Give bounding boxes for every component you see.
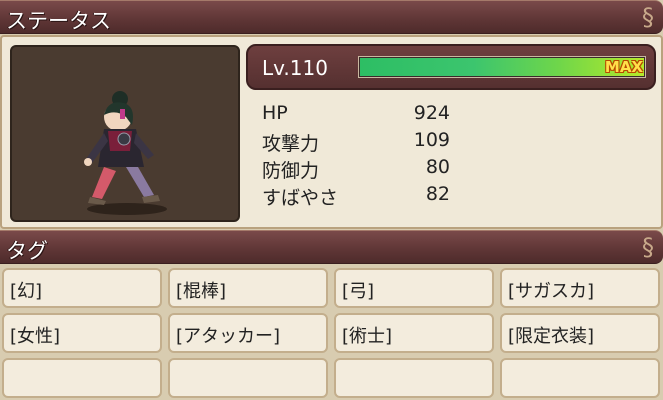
tag-chip[interactable]: [術士] — [334, 313, 494, 353]
stat-label: 攻撃力 — [262, 133, 320, 155]
stat-value: 924 — [413, 102, 450, 124]
stat-value: 80 — [425, 156, 450, 178]
character-sprite — [84, 91, 167, 215]
tag-chip[interactable]: [サガスカ] — [500, 268, 660, 308]
stat-row-defense: 防御力 80 — [262, 154, 462, 182]
tag-chip[interactable]: [棍棒] — [168, 268, 328, 308]
status-banner: ステータス § — [0, 0, 663, 34]
stats-list: HP 924 攻撃力 109 防御力 80 すばやさ 82 — [262, 100, 462, 209]
exp-gauge-fill — [360, 58, 644, 76]
status-title: ステータス — [6, 9, 111, 33]
tags-title: タグ — [6, 239, 48, 263]
swirl-ornament-icon: § — [642, 3, 654, 31]
stat-label: HP — [262, 102, 288, 124]
tag-chip[interactable]: [弓] — [334, 268, 494, 308]
max-badge: MAX — [604, 58, 643, 76]
level-label: Lv.110 — [262, 56, 328, 80]
stat-label: すばやさ — [262, 187, 339, 209]
tag-chip-empty — [2, 358, 162, 398]
tag-chip-empty — [334, 358, 494, 398]
stat-row-hp: HP 924 — [262, 100, 462, 127]
stat-value: 82 — [425, 183, 450, 205]
character-portrait — [10, 45, 240, 222]
tag-chip[interactable]: [限定衣装] — [500, 313, 660, 353]
exp-gauge: MAX — [358, 56, 646, 78]
tag-chip-empty — [168, 358, 328, 398]
tag-chip[interactable]: [幻] — [2, 268, 162, 308]
stat-row-attack: 攻撃力 109 — [262, 127, 462, 155]
level-bar: Lv.110 MAX — [246, 44, 656, 90]
stat-row-speed: すばやさ 82 — [262, 181, 462, 209]
tags-banner: タグ § — [0, 230, 663, 264]
swirl-ornament-icon: § — [642, 233, 654, 261]
tag-chip[interactable]: [アタッカー] — [168, 313, 328, 353]
stat-label: 防御力 — [262, 160, 320, 182]
stat-value: 109 — [413, 129, 450, 151]
tag-chip-empty — [500, 358, 660, 398]
tag-chip[interactable]: [女性] — [2, 313, 162, 353]
